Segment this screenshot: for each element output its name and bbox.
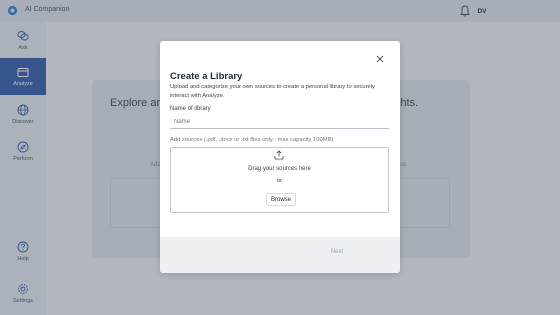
create-library-dialog: Create a Library Upload and categorize y… [160,41,400,273]
add-sources-label: Add sources (.pdf, .docx or .txt files o… [170,137,334,143]
upload-icon [274,150,284,160]
next-button[interactable]: Next [282,245,392,259]
dialog-title: Create a Library [170,71,243,82]
library-name-label: Name of library [170,106,211,112]
drag-sources-text: Drag your sources here [248,166,311,172]
library-name-input[interactable] [170,115,389,129]
dialog-description: Upload and categorize your own sources t… [170,84,375,99]
close-button[interactable] [374,53,386,65]
or-separator: or [276,178,283,184]
browse-button[interactable]: Browse [266,193,296,206]
dialog-footer: Next [160,237,400,273]
close-icon [376,55,384,63]
